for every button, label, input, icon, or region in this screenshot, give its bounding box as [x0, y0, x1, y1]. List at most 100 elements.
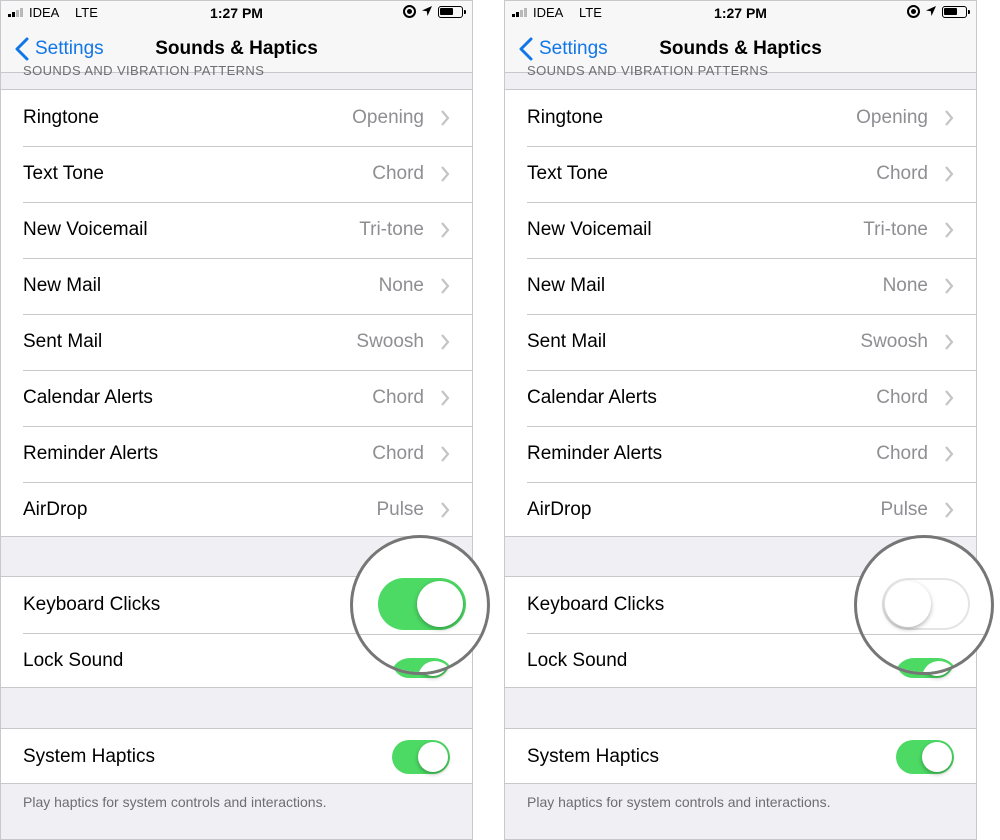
haptics-footer-note: Play haptics for system controls and int…: [23, 794, 327, 810]
row-label: Ringtone: [527, 107, 604, 128]
chevron-left-icon: [519, 37, 533, 61]
row-label: Calendar Alerts: [527, 387, 657, 408]
chevron-right-icon: [441, 110, 450, 126]
calendar-alerts-row[interactable]: Calendar Alerts Chord: [505, 370, 976, 426]
row-value: Pulse: [880, 499, 928, 520]
row-label: Text Tone: [527, 163, 608, 184]
magnified-keyboard-clicks-switch: [882, 578, 970, 630]
chevron-right-icon: [441, 390, 450, 406]
reminder-alerts-row[interactable]: Reminder Alerts Chord: [505, 426, 976, 482]
haptics-toggles-list: System Haptics: [1, 728, 472, 784]
phone-screen-before: IDEA LTE 1:27 PM Settings Sounds & Hapti…: [0, 0, 473, 840]
chevron-right-icon: [441, 222, 450, 238]
chevron-right-icon: [945, 334, 954, 350]
switch-knob: [418, 742, 448, 772]
chevron-right-icon: [441, 446, 450, 462]
airdrop-row[interactable]: AirDrop Pulse: [1, 482, 472, 538]
back-to-settings-button[interactable]: Settings: [13, 35, 104, 63]
row-label: Reminder Alerts: [527, 443, 663, 464]
battery-icon: [942, 6, 970, 18]
row-label: System Haptics: [527, 746, 659, 767]
system-haptics-switch[interactable]: [392, 740, 450, 774]
system-haptics-row: System Haptics: [1, 729, 472, 785]
chevron-right-icon: [945, 502, 954, 518]
chevron-right-icon: [441, 278, 450, 294]
section-header: Sounds and Vibration Patterns: [527, 63, 769, 78]
calendar-alerts-row[interactable]: Calendar Alerts Chord: [1, 370, 472, 426]
chevron-right-icon: [945, 278, 954, 294]
phone-screen-after: IDEA LTE 1:27 PM Settings Sounds & Hapti…: [504, 0, 977, 840]
status-bar: IDEA LTE 1:27 PM: [505, 1, 976, 25]
location-arrow-icon: [422, 6, 432, 16]
battery-icon: [438, 6, 466, 18]
magnified-row-divider: [353, 634, 487, 635]
row-label: New Mail: [23, 275, 102, 296]
airdrop-row[interactable]: AirDrop Pulse: [505, 482, 976, 538]
row-label: Sent Mail: [527, 331, 607, 352]
chevron-right-icon: [945, 110, 954, 126]
status-time: 1:27 PM: [714, 5, 767, 21]
chevron-right-icon: [441, 502, 450, 518]
back-to-settings-button[interactable]: Settings: [517, 35, 608, 63]
location-arrow-icon: [926, 6, 936, 16]
row-label: Keyboard Clicks: [527, 594, 665, 615]
row-value: Opening: [352, 107, 424, 128]
chevron-right-icon: [945, 222, 954, 238]
reminder-alerts-row[interactable]: Reminder Alerts Chord: [1, 426, 472, 482]
row-value: Tri-tone: [359, 219, 424, 240]
row-label: Sent Mail: [23, 331, 103, 352]
row-label: New Voicemail: [23, 219, 148, 240]
row-value: Tri-tone: [863, 219, 928, 240]
orientation-lock-icon: [907, 5, 920, 18]
row-value: Chord: [372, 443, 424, 464]
row-label: Lock Sound: [527, 650, 628, 671]
row-label: AirDrop: [527, 499, 592, 520]
back-button-label: Settings: [539, 38, 608, 59]
status-time: 1:27 PM: [210, 5, 263, 21]
chevron-left-icon: [15, 37, 29, 61]
new-voicemail-row[interactable]: New Voicemail Tri-tone: [1, 202, 472, 258]
magnified-row-divider: [857, 634, 991, 635]
haptics-toggles-list: System Haptics: [505, 728, 976, 784]
chevron-right-icon: [945, 390, 954, 406]
chevron-right-icon: [441, 166, 450, 182]
chevron-right-icon: [441, 334, 450, 350]
haptics-footer-note: Play haptics for system controls and int…: [527, 794, 831, 810]
sent-mail-row[interactable]: Sent Mail Swoosh: [1, 314, 472, 370]
magnifier-callout-off: [854, 535, 994, 675]
row-label: New Voicemail: [527, 219, 652, 240]
new-mail-row[interactable]: New Mail None: [1, 258, 472, 314]
sound-patterns-list: Ringtone Opening Text Tone Chord New Voi…: [505, 89, 976, 537]
back-button-label: Settings: [35, 38, 104, 59]
row-label: Ringtone: [23, 107, 100, 128]
switch-knob: [417, 581, 463, 627]
magnifier-callout-on: [350, 535, 490, 675]
new-voicemail-row[interactable]: New Voicemail Tri-tone: [505, 202, 976, 258]
switch-knob: [885, 581, 931, 627]
row-value: Chord: [876, 163, 928, 184]
row-value: Pulse: [376, 499, 424, 520]
sound-patterns-list: Ringtone Opening Text Tone Chord New Voi…: [1, 89, 472, 537]
new-mail-row[interactable]: New Mail None: [505, 258, 976, 314]
row-label: Reminder Alerts: [23, 443, 159, 464]
ringtone-row[interactable]: Ringtone Opening: [1, 90, 472, 146]
sent-mail-row[interactable]: Sent Mail Swoosh: [505, 314, 976, 370]
orientation-lock-icon: [403, 5, 416, 18]
system-haptics-switch[interactable]: [896, 740, 954, 774]
section-header: Sounds and Vibration Patterns: [23, 63, 265, 78]
text-tone-row[interactable]: Text Tone Chord: [1, 146, 472, 202]
row-label: Lock Sound: [23, 650, 124, 671]
row-label: Calendar Alerts: [23, 387, 153, 408]
magnified-keyboard-clicks-switch: [378, 578, 466, 630]
status-bar: IDEA LTE 1:27 PM: [1, 1, 472, 25]
switch-knob: [922, 742, 952, 772]
text-tone-row[interactable]: Text Tone Chord: [505, 146, 976, 202]
row-label: AirDrop: [23, 499, 88, 520]
row-value: Chord: [876, 387, 928, 408]
chevron-right-icon: [945, 166, 954, 182]
chevron-right-icon: [945, 446, 954, 462]
row-value: Chord: [876, 443, 928, 464]
ringtone-row[interactable]: Ringtone Opening: [505, 90, 976, 146]
row-label: System Haptics: [23, 746, 155, 767]
row-label: New Mail: [527, 275, 606, 296]
